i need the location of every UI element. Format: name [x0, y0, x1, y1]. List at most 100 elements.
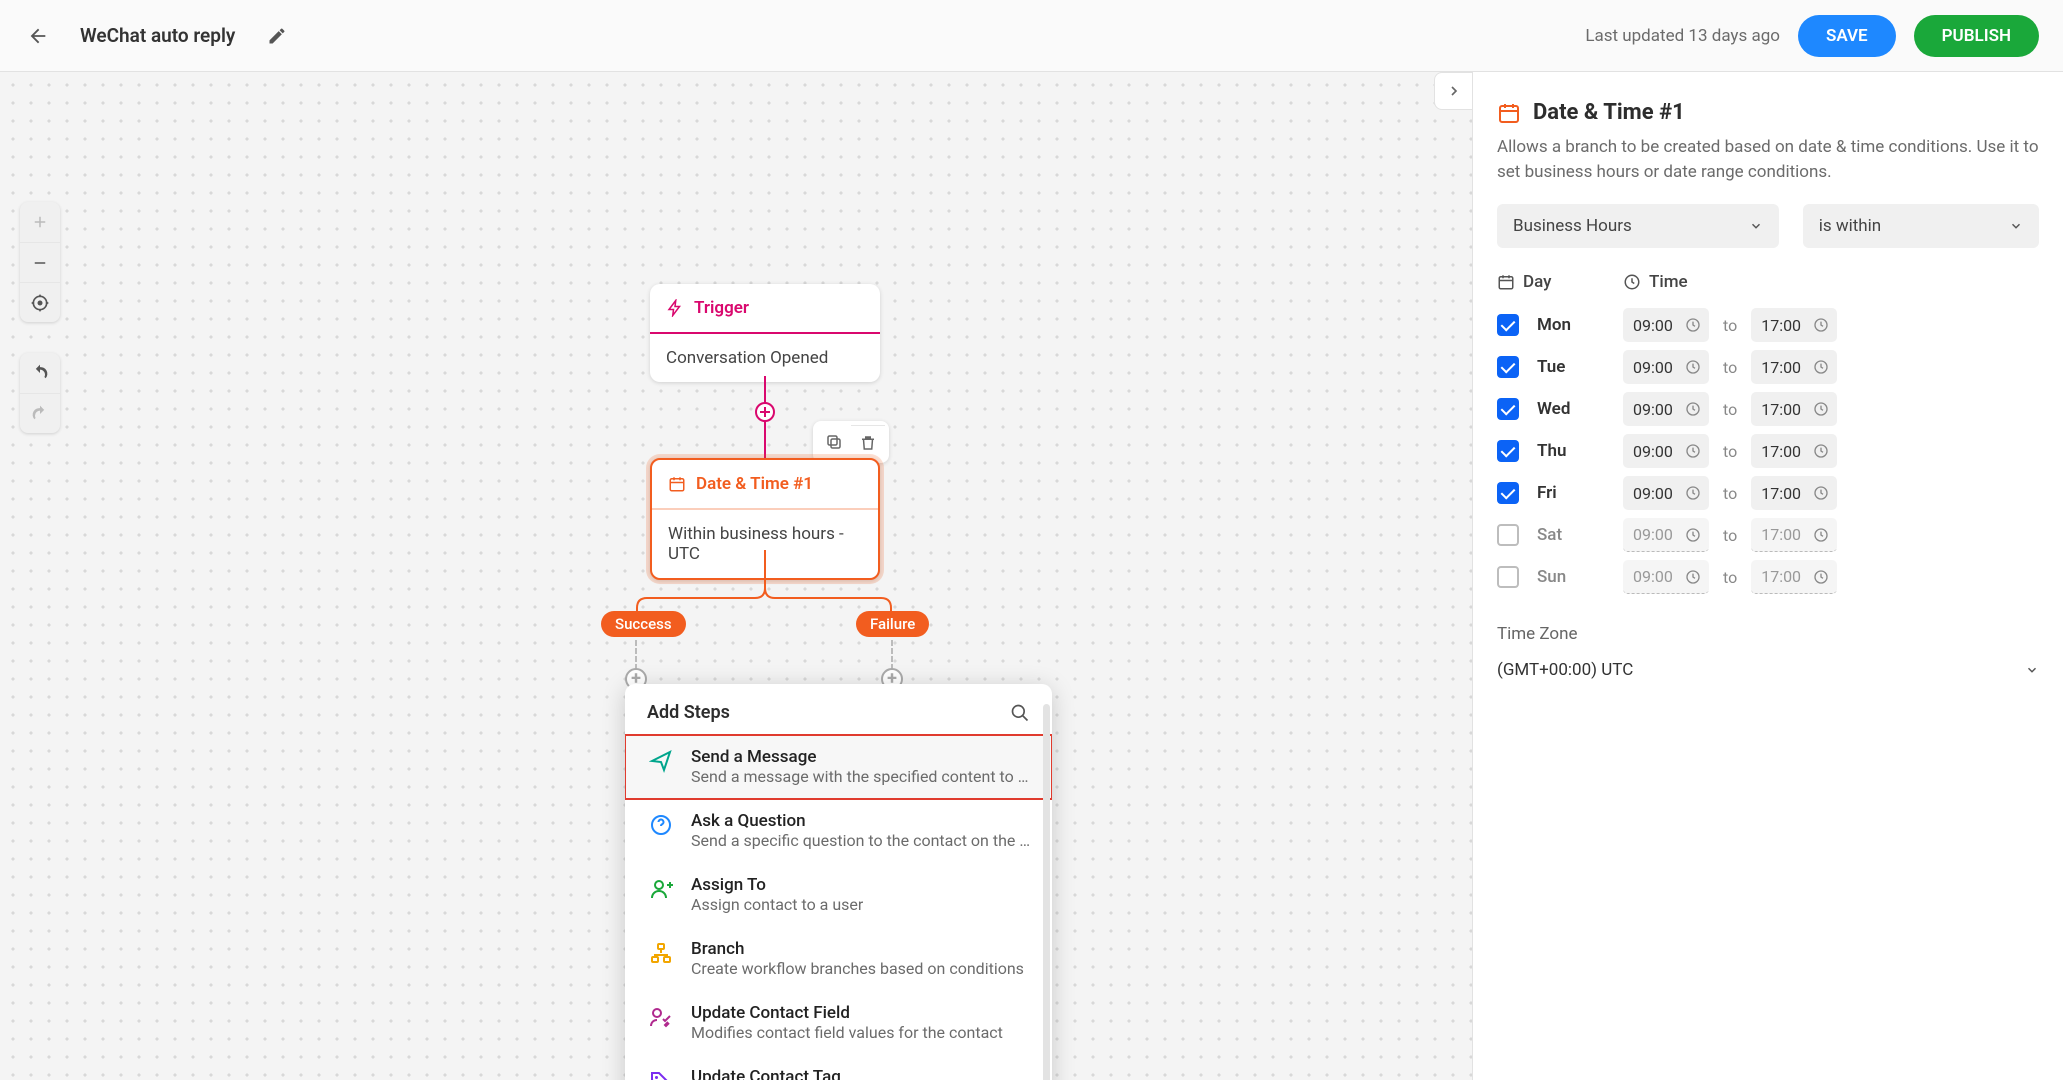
to-word: to	[1723, 526, 1737, 545]
branch-stub	[635, 640, 637, 670]
step-item[interactable]: Send a Message Send a message with the s…	[625, 735, 1052, 799]
to-word: to	[1723, 400, 1737, 419]
day-label: Fri	[1537, 483, 1623, 503]
node-actions-toolbox	[813, 421, 889, 463]
to-word: to	[1723, 358, 1737, 377]
chevron-right-icon	[1446, 83, 1462, 99]
header-right: Last updated 13 days ago SAVE PUBLISH	[1585, 15, 2039, 57]
time-to-input[interactable]: 17:00	[1751, 308, 1837, 342]
edit-icon[interactable]	[263, 22, 291, 50]
time-to-input[interactable]: 17:00	[1751, 350, 1837, 384]
undo-icon[interactable]	[20, 353, 60, 393]
schedule-row: Thu 09:00 to 17:00	[1497, 430, 2039, 472]
day-label: Wed	[1537, 399, 1623, 419]
time-from-input[interactable]: 09:00	[1623, 350, 1709, 384]
day-label: Sun	[1537, 567, 1623, 587]
redo-icon[interactable]	[20, 393, 60, 433]
node-datetime-title: Date & Time #1	[696, 474, 813, 494]
select-a-value: Business Hours	[1513, 216, 1632, 236]
copy-icon[interactable]	[817, 425, 851, 459]
recenter-icon[interactable]	[20, 282, 60, 322]
day-checkbox[interactable]	[1497, 524, 1519, 546]
tz-label: Time Zone	[1497, 624, 2039, 644]
day-checkbox[interactable]	[1497, 482, 1519, 504]
calendar-icon	[668, 475, 686, 493]
step-title: Branch	[691, 939, 1024, 959]
node-trigger[interactable]: Trigger Conversation Opened	[650, 284, 880, 382]
save-button[interactable]: SAVE	[1798, 15, 1896, 57]
step-desc: Modifies contact field values for the co…	[691, 1023, 1003, 1042]
time-to-input[interactable]: 17:00	[1751, 476, 1837, 510]
time-from-input[interactable]: 09:00	[1623, 560, 1709, 594]
day-checkbox[interactable]	[1497, 356, 1519, 378]
step-text: Update Contact Field Modifies contact fi…	[691, 1003, 1003, 1042]
day-checkbox[interactable]	[1497, 566, 1519, 588]
day-checkbox[interactable]	[1497, 398, 1519, 420]
time-from-input[interactable]: 09:00	[1623, 308, 1709, 342]
schedule-row: Mon 09:00 to 17:00	[1497, 304, 2039, 346]
branch-label-success[interactable]: Success	[601, 611, 686, 637]
time-to-input[interactable]: 17:00	[1751, 518, 1837, 552]
step-desc: Assign contact to a user	[691, 895, 863, 914]
header-left: WeChat auto reply	[24, 22, 291, 50]
select-condition-type[interactable]: Business Hours	[1497, 204, 1779, 248]
to-word: to	[1723, 442, 1737, 461]
calendar-icon	[1497, 101, 1521, 125]
step-title: Assign To	[691, 875, 863, 895]
step-list: Send a Message Send a message with the s…	[625, 735, 1052, 1080]
trash-icon[interactable]	[851, 425, 885, 459]
drawer-toggle[interactable]	[1434, 72, 1472, 110]
node-trigger-header: Trigger	[650, 284, 880, 334]
step-item[interactable]: Update Contact Tag Adds or removes one o…	[625, 1055, 1052, 1080]
workflow-canvas[interactable]: Trigger Conversation Opened Date & Time …	[0, 72, 1472, 1080]
publish-button[interactable]: PUBLISH	[1914, 15, 2039, 57]
step-text: Send a Message Send a message with the s…	[691, 747, 1031, 786]
time-from-input[interactable]: 09:00	[1623, 476, 1709, 510]
tz-select[interactable]: (GMT+00:00) UTC	[1497, 652, 2039, 688]
back-arrow-icon[interactable]	[24, 22, 52, 50]
tz-value: (GMT+00:00) UTC	[1497, 660, 1633, 680]
chevron-down-icon	[2009, 219, 2023, 233]
popover-title: Add Steps	[647, 702, 730, 723]
step-text: Update Contact Tag Adds or removes one o…	[691, 1067, 1007, 1080]
step-item[interactable]: Assign To Assign contact to a user	[625, 863, 1052, 927]
day-checkbox[interactable]	[1497, 314, 1519, 336]
step-desc: Create workflow branches based on condit…	[691, 959, 1024, 978]
schedule-row: Sat 09:00 to 17:00	[1497, 514, 2039, 556]
select-b-value: is within	[1819, 216, 1881, 236]
popover-scrollbar[interactable]	[1043, 704, 1050, 1080]
time-to-input[interactable]: 17:00	[1751, 434, 1837, 468]
zoom-in-icon[interactable]	[20, 202, 60, 242]
search-icon[interactable]	[1010, 703, 1030, 723]
step-item[interactable]: Update Contact Field Modifies contact fi…	[625, 991, 1052, 1055]
time-to-input[interactable]: 17:00	[1751, 560, 1837, 594]
schedule-table: Mon 09:00 to 17:00 Tue 09:00 to 17:00 We…	[1497, 304, 2039, 598]
select-operator[interactable]: is within	[1803, 204, 2039, 248]
time-from-input[interactable]: 09:00	[1623, 392, 1709, 426]
step-desc: Send a message with the specified conten…	[691, 767, 1031, 786]
zoom-out-icon[interactable]	[20, 242, 60, 282]
time-from-input[interactable]: 09:00	[1623, 434, 1709, 468]
lightning-icon	[666, 299, 684, 317]
app-header: WeChat auto reply Last updated 13 days a…	[0, 0, 2063, 72]
time-to-input[interactable]: 17:00	[1751, 392, 1837, 426]
time-from-input[interactable]: 09:00	[1623, 518, 1709, 552]
node-datetime-header: Date & Time #1	[652, 460, 878, 510]
settings-drawer: Date & Time #1 Allows a branch to be cre…	[1472, 72, 2063, 1080]
step-text: Ask a Question Send a specific question …	[691, 811, 1031, 850]
clock-icon	[1623, 273, 1641, 291]
to-word: to	[1723, 316, 1737, 335]
step-icon	[647, 875, 675, 903]
day-checkbox[interactable]	[1497, 440, 1519, 462]
history-toolbar	[20, 353, 60, 433]
step-icon	[647, 1067, 675, 1080]
branch-label-failure[interactable]: Failure	[856, 611, 929, 637]
node-trigger-body: Conversation Opened	[650, 334, 880, 382]
condition-selects: Business Hours is within	[1497, 204, 2039, 248]
step-item[interactable]: Branch Create workflow branches based on…	[625, 927, 1052, 991]
step-item[interactable]: Ask a Question Send a specific question …	[625, 799, 1052, 863]
add-between-icon[interactable]	[755, 402, 775, 422]
node-trigger-title: Trigger	[694, 298, 749, 318]
step-text: Assign To Assign contact to a user	[691, 875, 863, 914]
step-title: Send a Message	[691, 747, 1031, 767]
